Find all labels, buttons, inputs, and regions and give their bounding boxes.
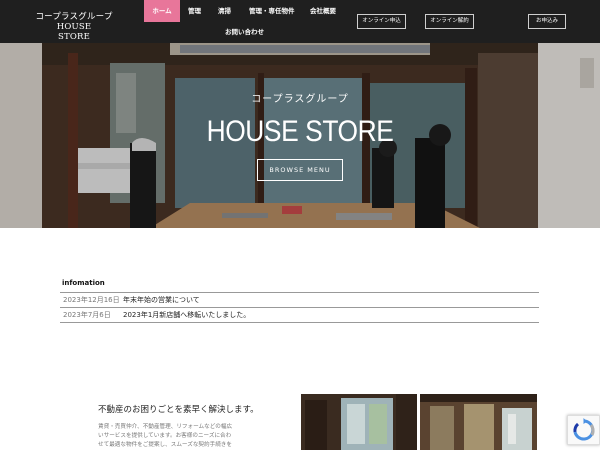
about-heading: 不動産のお困りごとを素早く解決します。 — [98, 405, 259, 415]
site-header: コープラスグループ HOUSE STORE ホーム 管理 清掃 管理・専任物件 … — [0, 0, 600, 43]
logo-line-1: コープラスグループ HOUSE — [35, 12, 113, 32]
recaptcha-badge[interactable] — [567, 415, 600, 445]
info-list: 2023年12月16日 年末年始の営業について 2023年7月6日 2023年1… — [60, 292, 539, 323]
nav-cleaning[interactable]: 清掃 — [218, 0, 231, 22]
logo-line-2: STORE — [57, 32, 91, 42]
online-apply-button[interactable]: オンライン申込 — [357, 14, 406, 29]
hero-title: HOUSE STORE — [206, 115, 394, 148]
nav-company[interactable]: 会社概要 — [310, 0, 336, 22]
application-button[interactable]: お申込み — [528, 14, 566, 29]
about-line: せて最適な物件をご提案し、スムーズな契約手続きを — [98, 442, 232, 448]
nav-contact[interactable]: お問い合わせ — [225, 21, 264, 43]
info-link[interactable]: 年末年始の営業について — [123, 295, 200, 305]
info-link[interactable]: 2023年1月新店舗へ移転いたしました。 — [123, 310, 250, 320]
browse-menu-button[interactable]: BROWSE MENU — [257, 159, 343, 181]
info-heading: infomation — [62, 279, 105, 287]
store-photo-exterior — [301, 394, 417, 450]
list-item[interactable]: 2023年12月16日 年末年始の営業について — [60, 293, 539, 308]
about-line: 賃貸・売買仲介、不動産管理、リフォームなどの幅広 — [98, 424, 233, 430]
hero-subtitle: コープラスグループ — [251, 94, 349, 105]
recaptcha-icon — [573, 418, 595, 441]
about-line: いサービスを提供しています。お客様のニーズに合わ — [98, 433, 232, 439]
nav-management[interactable]: 管理 — [188, 0, 201, 22]
info-date: 2023年7月6日 — [63, 311, 111, 319]
info-date: 2023年12月16日 — [63, 296, 120, 304]
hero-banner: コープラスグループ HOUSE STORE BROWSE MENU — [0, 43, 600, 228]
site-logo[interactable]: コープラスグループ HOUSE STORE — [18, 12, 130, 42]
about-body: 賃貸・売買仲介、不動産管理、リフォームなどの幅広 いサービスを提供しています。お… — [98, 423, 260, 450]
store-photo-interior — [420, 394, 537, 450]
list-item[interactable]: 2023年7月6日 2023年1月新店舗へ移転いたしました。 — [60, 308, 539, 323]
online-contract-button[interactable]: オンライン解約 — [425, 14, 474, 29]
nav-properties[interactable]: 管理・専任物件 — [249, 0, 295, 22]
nav-home[interactable]: ホーム — [144, 0, 180, 22]
